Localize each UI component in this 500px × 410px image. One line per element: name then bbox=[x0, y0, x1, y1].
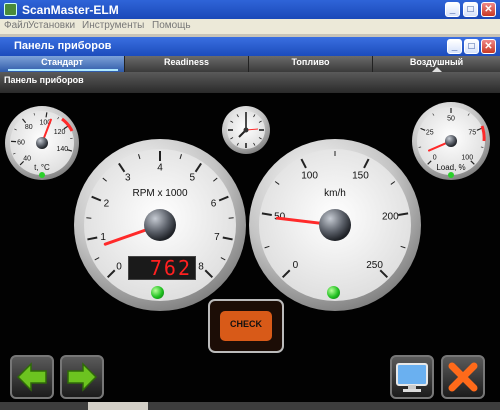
speed-hub bbox=[319, 209, 351, 241]
clock-hub bbox=[243, 127, 249, 133]
speed-tick-label: 100 bbox=[301, 171, 318, 182]
taskbar bbox=[0, 402, 500, 410]
forward-arrow-icon bbox=[67, 362, 98, 392]
load-hub bbox=[445, 135, 457, 147]
close-x-icon bbox=[448, 362, 478, 392]
rpm-tick-label: 2 bbox=[104, 198, 110, 209]
rpm-tick-label: 7 bbox=[214, 232, 220, 243]
temp-tick-label: 40 bbox=[23, 155, 31, 162]
clock-gauge bbox=[222, 106, 270, 154]
load-tick-label: 0 bbox=[433, 155, 437, 162]
taskbar-button[interactable] bbox=[88, 402, 148, 410]
rpm-status-led bbox=[151, 286, 164, 299]
check-engine-label: CHECK bbox=[229, 319, 262, 329]
check-engine-indicator: CHECK bbox=[208, 299, 284, 353]
rpm-unit-label: RPM x 1000 bbox=[132, 188, 187, 199]
temp-major-tick bbox=[45, 112, 48, 118]
temp-tick-label: 140 bbox=[56, 146, 68, 153]
load-gauge: 0 25 50 75 100 Load, % bbox=[412, 102, 490, 180]
rpm-tick-label: 1 bbox=[100, 232, 106, 243]
close-button[interactable] bbox=[441, 355, 485, 399]
temp-tick-label: 120 bbox=[54, 129, 66, 136]
load-tick-label: 75 bbox=[468, 130, 476, 137]
monitor-icon bbox=[396, 363, 428, 392]
temperature-led bbox=[39, 172, 45, 178]
load-unit-label: Load, % bbox=[436, 163, 465, 172]
rpm-tick-label: 5 bbox=[189, 172, 195, 183]
temperature-unit-label: t, °C bbox=[34, 163, 50, 172]
temperature-gauge: 406080100120140 t, °C bbox=[5, 106, 79, 180]
speed-tick-label: 200 bbox=[382, 212, 399, 223]
speed-tick-label: 0 bbox=[293, 260, 299, 271]
load-tick-label: 50 bbox=[447, 115, 455, 122]
rpm-tick-label: 8 bbox=[198, 262, 204, 273]
temp-tick-label: 80 bbox=[25, 124, 33, 131]
load-led bbox=[448, 172, 454, 178]
forward-button[interactable] bbox=[60, 355, 104, 399]
speed-tick-label: 150 bbox=[352, 171, 369, 182]
rpm-tick-label: 3 bbox=[125, 172, 131, 183]
temp-tick-label: 60 bbox=[17, 139, 25, 146]
monitor-button[interactable] bbox=[390, 355, 434, 399]
temperature-hub bbox=[36, 137, 48, 149]
speed-unit-label: km/h bbox=[324, 188, 346, 199]
rpm-tick-label: 4 bbox=[157, 163, 163, 174]
load-tick-label: 100 bbox=[461, 155, 473, 162]
rpm-hub bbox=[144, 209, 176, 241]
back-arrow-icon bbox=[16, 362, 47, 392]
speed-tick-label: 250 bbox=[366, 260, 383, 271]
rpm-digital-readout: 762 bbox=[128, 256, 196, 280]
rpm-tick-label: 0 bbox=[116, 262, 122, 273]
speed-status-led bbox=[327, 286, 340, 299]
rpm-gauge: 0 1 2 3 4 5 6 7 8 RPM x 1000 bbox=[74, 139, 246, 311]
rpm-tick-label: 6 bbox=[211, 198, 217, 209]
back-button[interactable] bbox=[10, 355, 54, 399]
load-tick-label: 25 bbox=[426, 130, 434, 137]
